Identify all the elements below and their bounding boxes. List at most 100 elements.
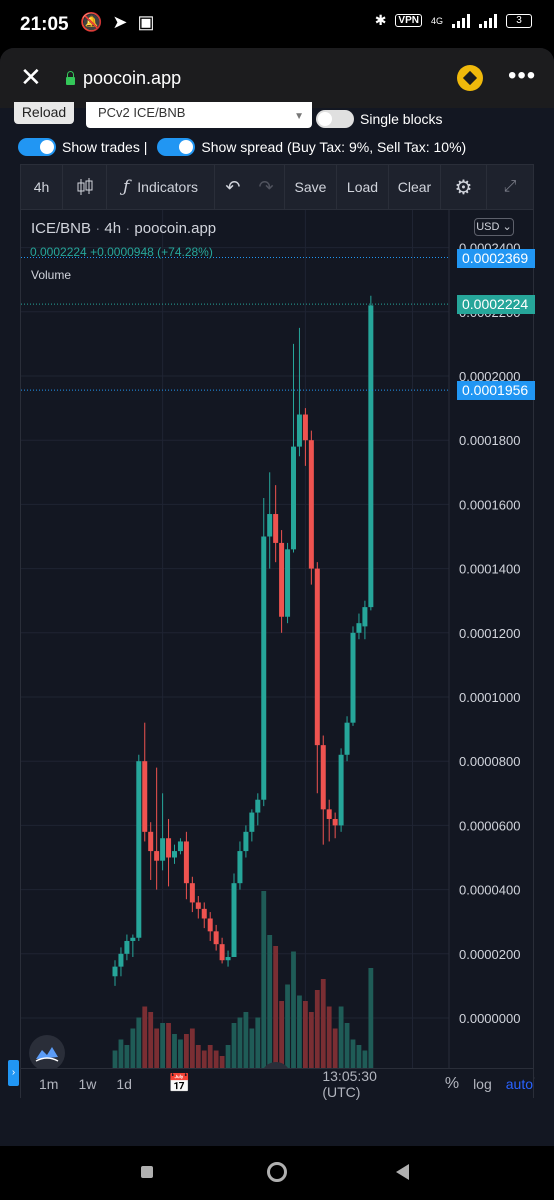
candle-body bbox=[201, 908, 207, 919]
auto-scale-button[interactable]: auto bbox=[506, 1076, 533, 1092]
candle-body bbox=[243, 831, 249, 852]
status-time: 21:05 bbox=[20, 14, 69, 35]
candle-body bbox=[160, 838, 166, 861]
fx-icon: ƒ bbox=[123, 177, 130, 197]
chart-canvas[interactable]: 0.00024000.00022000.00020000.00018000.00… bbox=[21, 210, 535, 1080]
volume-bar bbox=[320, 979, 326, 1078]
candles-icon bbox=[77, 178, 92, 195]
currency-select[interactable]: USD ⌄ bbox=[474, 218, 514, 236]
candle-body bbox=[279, 542, 285, 617]
chart-toolbar: 4h ƒ Indicators ↶ ↷ Save Load Clear ⚙ ⤢ bbox=[20, 164, 534, 210]
candle-body bbox=[124, 940, 130, 954]
status-notification-icons: 🔕 ➤ ▣ bbox=[80, 12, 155, 33]
symbol-name: ICE/BNB bbox=[31, 220, 92, 237]
candle-body bbox=[189, 883, 195, 903]
volume-bar bbox=[285, 984, 290, 1078]
price-tag-last: 0.0002224 bbox=[457, 295, 535, 315]
price-chart[interactable]: 0.00024000.00022000.00020000.00018000.00… bbox=[20, 210, 535, 1092]
y-tick-label: 0.0000800 bbox=[459, 754, 520, 769]
candle-body bbox=[332, 818, 338, 826]
y-tick-label: 0.0000200 bbox=[459, 947, 520, 962]
candle-body bbox=[237, 851, 243, 884]
candle-body bbox=[308, 440, 314, 569]
indicators-button[interactable]: ƒ Indicators bbox=[107, 165, 215, 209]
candle-body bbox=[213, 931, 219, 945]
android-nav-bar bbox=[0, 1146, 554, 1200]
candle-body bbox=[368, 305, 374, 608]
more-menu-icon[interactable]: ••• bbox=[508, 62, 536, 90]
candle-body bbox=[148, 831, 154, 852]
pair-select-value: PCv2 ICE/BNB bbox=[98, 105, 186, 120]
date-range-icon[interactable]: 📅 bbox=[168, 1073, 190, 1094]
tradingview-logo-icon[interactable] bbox=[29, 1035, 65, 1071]
home-icon[interactable] bbox=[267, 1162, 287, 1182]
close-icon[interactable]: ✕ bbox=[20, 62, 42, 93]
chart-legend-values: 0.0002224 +0.0000948 (+74.28%) bbox=[30, 245, 213, 259]
candle-body bbox=[326, 809, 332, 819]
volume-bar bbox=[297, 995, 302, 1078]
candle-body bbox=[231, 883, 237, 958]
y-tick-label: 0.0001400 bbox=[459, 562, 520, 577]
undo-redo-group: ↶ ↷ bbox=[215, 165, 285, 209]
save-button[interactable]: Save bbox=[285, 165, 337, 209]
candle-body bbox=[314, 568, 320, 746]
symbol-source: poocoin.app bbox=[134, 220, 217, 237]
volume-bar bbox=[291, 951, 296, 1078]
interval-button[interactable]: 4h bbox=[21, 165, 63, 209]
y-tick-label: 0.0000400 bbox=[459, 883, 520, 898]
percent-scale-button[interactable]: % bbox=[445, 1075, 459, 1093]
app-notification-icon: ▣ bbox=[137, 12, 155, 32]
candle-body bbox=[302, 414, 308, 441]
price-change: +0.0000948 (+74.28%) bbox=[90, 245, 213, 259]
price-tag-upper: 0.0002369 bbox=[457, 248, 535, 268]
show-spread-toggle[interactable] bbox=[157, 138, 196, 156]
back-icon[interactable] bbox=[396, 1164, 409, 1180]
range-1m[interactable]: 1m bbox=[39, 1076, 58, 1092]
last-price: 0.0002224 bbox=[30, 245, 87, 259]
candle-body bbox=[118, 953, 124, 967]
url-text: poocoin.app bbox=[83, 68, 182, 88]
show-trades-toggle[interactable] bbox=[18, 138, 56, 156]
chart-type-button[interactable] bbox=[63, 165, 107, 209]
y-tick-label: 0.0001800 bbox=[459, 433, 520, 448]
status-system-icons: ✱ VPN 4G 3 bbox=[375, 12, 532, 29]
candle-body bbox=[136, 761, 142, 938]
y-tick-label: 0.0001600 bbox=[459, 497, 520, 512]
volume-bar bbox=[273, 946, 279, 1078]
candle-body bbox=[344, 722, 350, 755]
vpn-icon: VPN bbox=[395, 14, 422, 27]
side-panel-toggle-icon[interactable]: › bbox=[8, 1060, 19, 1086]
reload-button[interactable]: Reload bbox=[14, 102, 74, 124]
browser-window: ✕ poocoin.app ••• Reload PCv2 ICE/BNB ▼ … bbox=[0, 48, 554, 1146]
candle-body bbox=[273, 514, 279, 543]
settings-icon[interactable]: ⚙ bbox=[441, 165, 487, 209]
price-tag-lower: 0.0001956 bbox=[457, 381, 535, 401]
y-tick-label: 0.0000600 bbox=[459, 818, 520, 833]
candle-body bbox=[177, 841, 183, 852]
log-scale-button[interactable]: log bbox=[473, 1076, 492, 1092]
volume-label: Volume bbox=[31, 268, 72, 282]
indicators-label: Indicators bbox=[137, 179, 198, 195]
candle-body bbox=[130, 937, 136, 941]
y-tick-label: 0.0001000 bbox=[459, 690, 520, 705]
fullscreen-icon[interactable]: ⤢ bbox=[487, 165, 533, 209]
y-tick-label: 0.0000000 bbox=[459, 1011, 520, 1026]
candle-body bbox=[166, 838, 172, 858]
battery-icon: 3 bbox=[506, 13, 532, 28]
redo-icon[interactable]: ↷ bbox=[259, 177, 274, 198]
show-toggles-row: Show trades | Show spread (Buy Tax: 9%, … bbox=[18, 138, 466, 156]
url-bar[interactable]: poocoin.app bbox=[66, 68, 181, 89]
volume-bar bbox=[267, 935, 273, 1078]
status-bar: 21:05 🔕 ➤ ▣ ✱ VPN 4G 3 bbox=[0, 0, 554, 48]
bnb-logo-icon[interactable] bbox=[457, 65, 483, 91]
clear-button[interactable]: Clear bbox=[389, 165, 441, 209]
pair-select[interactable]: PCv2 ICE/BNB ▼ bbox=[86, 102, 312, 128]
utc-time[interactable]: 13:05:30 (UTC) bbox=[322, 1068, 414, 1100]
candle-body bbox=[207, 918, 213, 932]
single-blocks-toggle[interactable] bbox=[316, 110, 354, 128]
recent-apps-icon[interactable] bbox=[141, 1166, 153, 1178]
range-1w[interactable]: 1w bbox=[78, 1076, 96, 1092]
range-1d[interactable]: 1d bbox=[116, 1076, 132, 1092]
load-button[interactable]: Load bbox=[337, 165, 389, 209]
undo-icon[interactable]: ↶ bbox=[225, 177, 240, 198]
